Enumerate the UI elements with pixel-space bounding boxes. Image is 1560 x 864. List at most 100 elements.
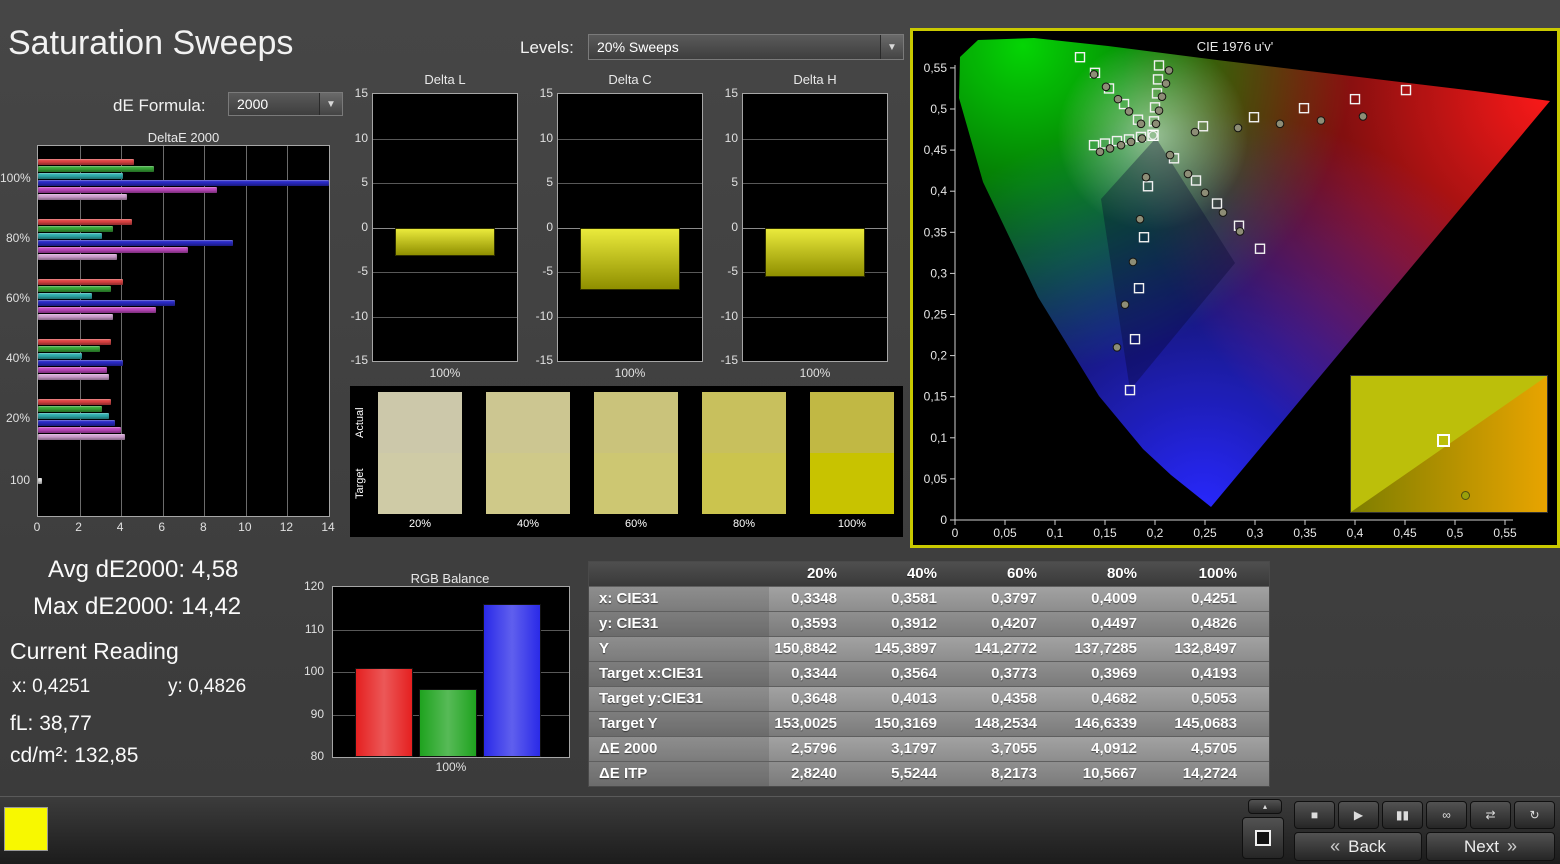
- cie-measured-marker: [1157, 92, 1167, 101]
- cie-measured-marker: [1275, 119, 1285, 129]
- delta-l-xlabel: 100%: [429, 366, 461, 380]
- avg-de2000: Avg dE2000: 4,58: [48, 556, 239, 583]
- actual-swatch: [486, 392, 570, 453]
- table-cell: 0,3344: [791, 665, 837, 682]
- toolbar-collapse-button[interactable]: ▴: [1248, 799, 1282, 814]
- table-cell: 10,5667: [1082, 765, 1137, 782]
- table-cell: 145,3897: [874, 640, 937, 657]
- deltae-bar: [38, 373, 109, 380]
- square-in-square-icon: [1255, 830, 1271, 846]
- deltae-bar: [38, 292, 93, 299]
- deltae-y-label: 60%: [5, 291, 30, 305]
- table-row: Target Y 153,0025 150,3169 148,2534 146,6339…: [589, 711, 1269, 736]
- svg-text:0,15: 0,15: [1093, 526, 1117, 540]
- table-row-label: ΔE 2000: [589, 737, 769, 761]
- table-cell: 145,0683: [1174, 715, 1237, 732]
- deltae-bar: [38, 352, 82, 359]
- deltae-bar: [38, 359, 124, 366]
- de-formula-select[interactable]: 2000 ▼: [228, 92, 343, 116]
- deltae-y-label: 20%: [5, 411, 30, 425]
- gridline: [287, 146, 289, 516]
- table-cell: 148,2534: [974, 715, 1037, 732]
- cie-measured-marker: [1164, 66, 1174, 75]
- cie-diagram-panel[interactable]: CIE 1976 u'v' 0 0 0,05 0,05 0,1 0,1 0,15 0: [910, 28, 1560, 548]
- table-row: Target x:CIE31 0,3344 0,3564 0,3773 0,3969 0,…: [589, 661, 1269, 686]
- levels-select[interactable]: 20% Sweeps ▼: [588, 34, 904, 60]
- cie-measured-marker: [1183, 169, 1193, 179]
- svg-text:0: 0: [952, 526, 959, 540]
- table-cell: 146,6339: [1074, 715, 1137, 732]
- table-row: ΔE ITP 2,8240 5,5244 8,2173 10,5667 14,2724: [589, 761, 1269, 786]
- actual-row-label: Actual: [354, 407, 366, 439]
- deltae-chart-title: DeltaE 2000: [147, 130, 220, 145]
- table-row: Y 150,8842 145,3897 141,2772 137,7285 132,849…: [589, 636, 1269, 661]
- cie-measured-marker: [1128, 257, 1138, 267]
- delta-y-label: -10: [535, 308, 553, 323]
- cie-measured-marker: [1316, 116, 1326, 125]
- deltae-bar: [38, 412, 109, 419]
- de-formula-value: 2000: [237, 96, 269, 112]
- deltae-y-label: 100%: [0, 171, 31, 185]
- svg-text:0,2: 0,2: [1147, 526, 1164, 540]
- svg-text:0,1: 0,1: [1047, 526, 1064, 540]
- table-cell: 3,7055: [991, 740, 1037, 757]
- deltae-bar: [38, 398, 111, 405]
- gridline: [373, 272, 517, 273]
- delta-bar: [580, 227, 680, 290]
- deltae-bar: [38, 285, 111, 292]
- back-button[interactable]: « Back: [1294, 832, 1422, 861]
- swatch-level-label: 80%: [732, 518, 756, 530]
- deltae-y-label: 100: [9, 473, 30, 487]
- table-cell: 0,4251: [1191, 590, 1237, 607]
- svg-text:0,55: 0,55: [1493, 526, 1517, 540]
- table-row: x: CIE31 0,3348 0,3581 0,3797 0,4009 0,4251: [589, 586, 1269, 611]
- display-stop-button[interactable]: [1242, 817, 1284, 859]
- deltae-bar: [38, 225, 113, 232]
- deltae-chart: [37, 145, 330, 517]
- next-button[interactable]: Next »: [1426, 832, 1555, 861]
- table-header-row: 20% 40% 60% 80% 100%: [589, 562, 1269, 586]
- deltae-x-label: 12: [279, 520, 294, 534]
- delta-y-label: 15: [539, 86, 553, 100]
- table-cell: 0,3773: [991, 665, 1037, 682]
- deltae-x-label: 2: [75, 520, 82, 534]
- target-swatch: [378, 453, 462, 514]
- table-row-label: ΔE ITP: [589, 762, 769, 786]
- delta-l-title: Delta L: [424, 72, 466, 87]
- deltae-y-label: 40%: [5, 351, 30, 365]
- delta-y-label: -10: [720, 308, 738, 323]
- cie-measured-marker: [1137, 134, 1147, 143]
- stop-button[interactable]: ■: [1294, 801, 1335, 829]
- refresh-button[interactable]: ↻: [1514, 801, 1555, 829]
- svg-text:0: 0: [940, 513, 947, 527]
- svg-text:0,25: 0,25: [1193, 526, 1217, 540]
- deltae-bar: [38, 313, 113, 320]
- actual-target-swatch: [702, 392, 786, 514]
- target-swatch: [810, 453, 894, 514]
- cie-measured-marker: [1112, 343, 1122, 352]
- cie-measured-marker: [1135, 214, 1145, 224]
- deltae-x-label: 10: [238, 520, 252, 534]
- loop-button[interactable]: ∞: [1426, 801, 1467, 829]
- table-cell: 0,4826: [1191, 615, 1237, 632]
- swatch-level-label: 20%: [408, 518, 432, 530]
- preview-measured-marker: [1461, 491, 1470, 500]
- cie-measured-marker: [1113, 94, 1123, 104]
- deltae-bar: [38, 179, 329, 186]
- sync-button[interactable]: ⇄: [1470, 801, 1511, 829]
- preview-target-marker: [1437, 434, 1450, 447]
- target-swatch: [486, 453, 570, 514]
- delta-y-label: 15: [354, 86, 368, 100]
- loop-icon: ∞: [1442, 808, 1451, 822]
- cie-measured-marker: [1136, 119, 1146, 129]
- deltae-bar: [38, 172, 124, 179]
- delta-h-title: Delta H: [793, 72, 837, 87]
- deltae-bar: [38, 246, 188, 253]
- rgb-balance-y-axis: 120 110 100 90 80: [298, 579, 328, 763]
- gridline: [204, 146, 206, 516]
- cie-measured-marker: [1165, 150, 1175, 160]
- pause-button[interactable]: ▮▮: [1382, 801, 1423, 829]
- play-button[interactable]: ▶: [1338, 801, 1379, 829]
- cie-measured-marker: [1233, 123, 1243, 133]
- stop-icon: ■: [1310, 808, 1319, 822]
